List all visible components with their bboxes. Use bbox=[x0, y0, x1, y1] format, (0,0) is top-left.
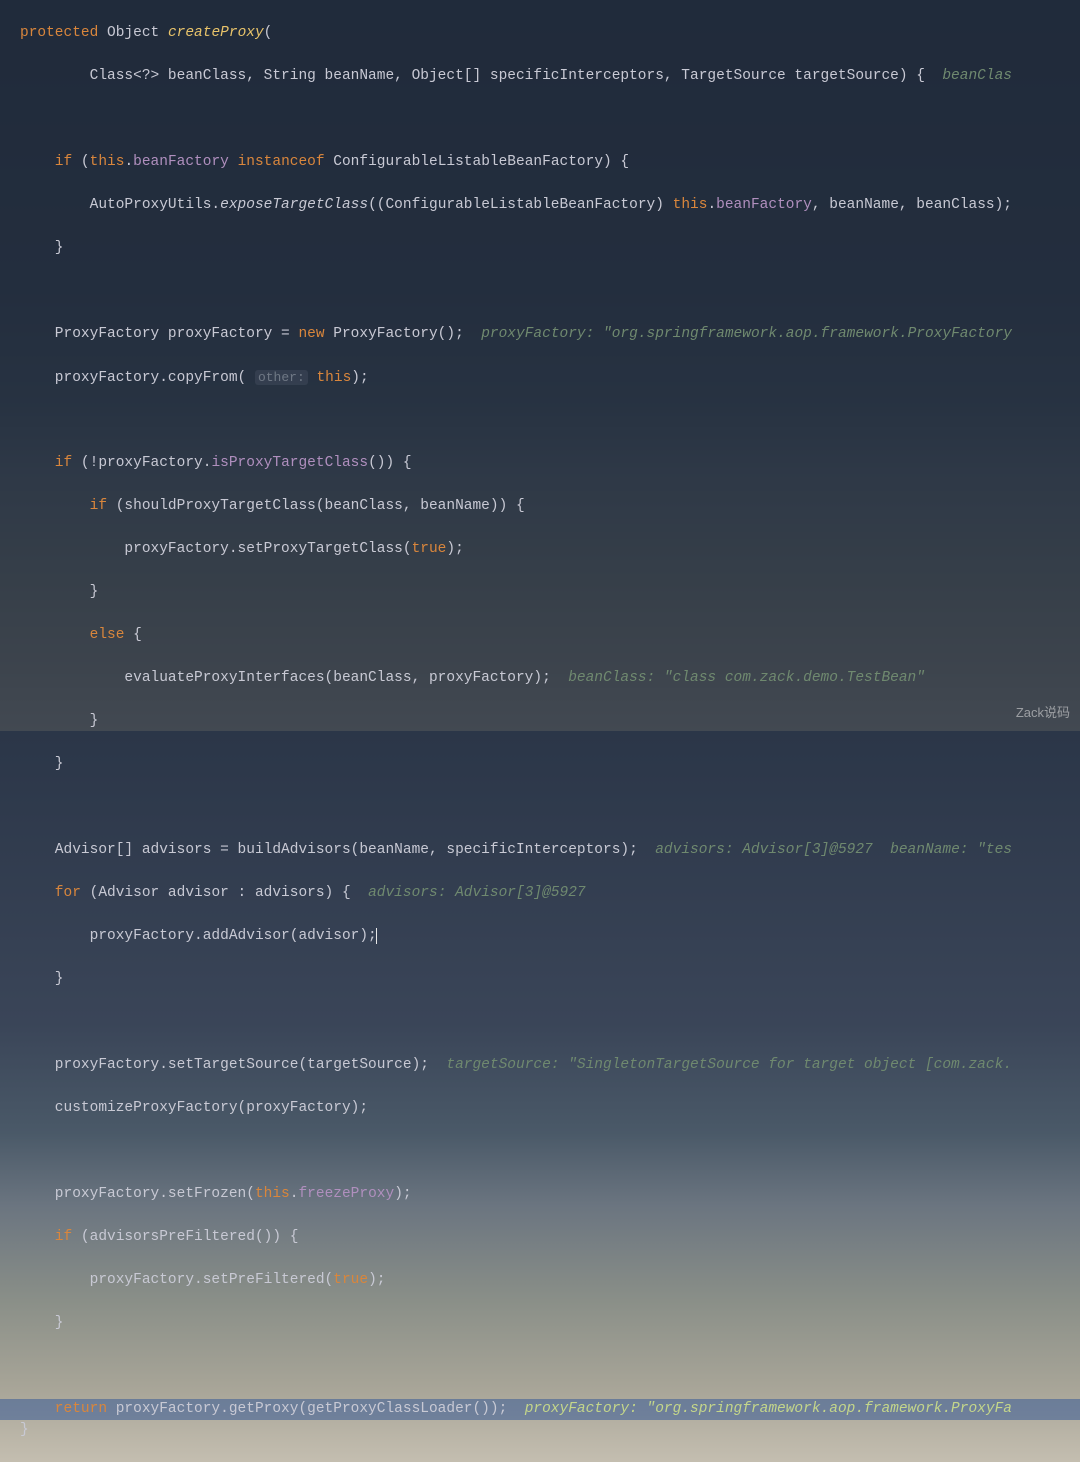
code-line bbox=[20, 281, 1080, 303]
code-line: proxyFactory.setProxyTargetClass(true); bbox=[20, 539, 1080, 561]
code-line: evaluateProxyInterfaces(beanClass, proxy… bbox=[20, 668, 1080, 690]
code-line: } bbox=[20, 582, 1080, 604]
code-line: } bbox=[20, 969, 1080, 991]
code-line: protected Object createProxy( bbox=[20, 23, 1080, 45]
code-line: proxyFactory.setTargetSource(targetSourc… bbox=[20, 1055, 1080, 1077]
code-line: Advisor[] advisors = buildAdvisors(beanN… bbox=[20, 840, 1080, 862]
inline-hint: advisors: Advisor[3]@5927 beanName: "tes bbox=[655, 842, 1012, 858]
code-line: } bbox=[20, 754, 1080, 776]
code-line: } bbox=[20, 711, 1080, 733]
code-line bbox=[20, 1141, 1080, 1163]
code-line: customizeProxyFactory(proxyFactory); bbox=[20, 1098, 1080, 1120]
highlighted-line: return proxyFactory.getProxy(getProxyCla… bbox=[0, 1399, 1080, 1421]
param-hint: other: bbox=[255, 370, 308, 385]
code-line bbox=[20, 410, 1080, 432]
code-line: if (this.beanFactory instanceof Configur… bbox=[20, 152, 1080, 174]
code-line: else { bbox=[20, 625, 1080, 647]
text-cursor bbox=[376, 928, 377, 944]
code-line: if (shouldProxyTargetClass(beanClass, be… bbox=[20, 496, 1080, 518]
code-line: } bbox=[20, 238, 1080, 260]
code-line: if (!proxyFactory.isProxyTargetClass()) … bbox=[20, 453, 1080, 475]
code-line: proxyFactory.copyFrom( other: this); bbox=[20, 367, 1080, 389]
code-line: } bbox=[20, 1420, 1080, 1442]
code-line: } bbox=[20, 1313, 1080, 1335]
inline-hint: proxyFactory: "org.springframework.aop.f… bbox=[525, 1401, 1012, 1417]
inline-hint: proxyFactory: "org.springframework.aop.f… bbox=[481, 326, 1012, 342]
method-name: createProxy bbox=[168, 25, 264, 41]
inline-hint: targetSource: "SingletonTargetSource for… bbox=[446, 1057, 1012, 1073]
keyword: protected bbox=[20, 25, 98, 41]
code-line: proxyFactory.setPreFiltered(true); bbox=[20, 1270, 1080, 1292]
code-line: ProxyFactory proxyFactory = new ProxyFac… bbox=[20, 324, 1080, 346]
code-line bbox=[20, 1012, 1080, 1034]
inline-hint: beanClass: "class com.zack.demo.TestBean… bbox=[568, 670, 925, 686]
code-line bbox=[20, 1356, 1080, 1378]
inline-hint: advisors: Advisor[3]@5927 bbox=[368, 885, 586, 901]
code-line: proxyFactory.addAdvisor(advisor); bbox=[20, 926, 1080, 948]
code-line bbox=[20, 109, 1080, 131]
code-editor[interactable]: protected Object createProxy( Class<?> b… bbox=[0, 0, 1080, 731]
watermark: Zack说码 bbox=[1016, 702, 1070, 724]
code-line: Class<?> beanClass, String beanName, Obj… bbox=[20, 66, 1080, 88]
code-line: if (advisorsPreFiltered()) { bbox=[20, 1227, 1080, 1249]
inline-hint: beanClas bbox=[942, 68, 1012, 84]
code-line bbox=[20, 797, 1080, 819]
code-line: AutoProxyUtils.exposeTargetClass((Config… bbox=[20, 195, 1080, 217]
code-line: for (Advisor advisor : advisors) { advis… bbox=[20, 883, 1080, 905]
code-line: proxyFactory.setFrozen(this.freezeProxy)… bbox=[20, 1184, 1080, 1206]
